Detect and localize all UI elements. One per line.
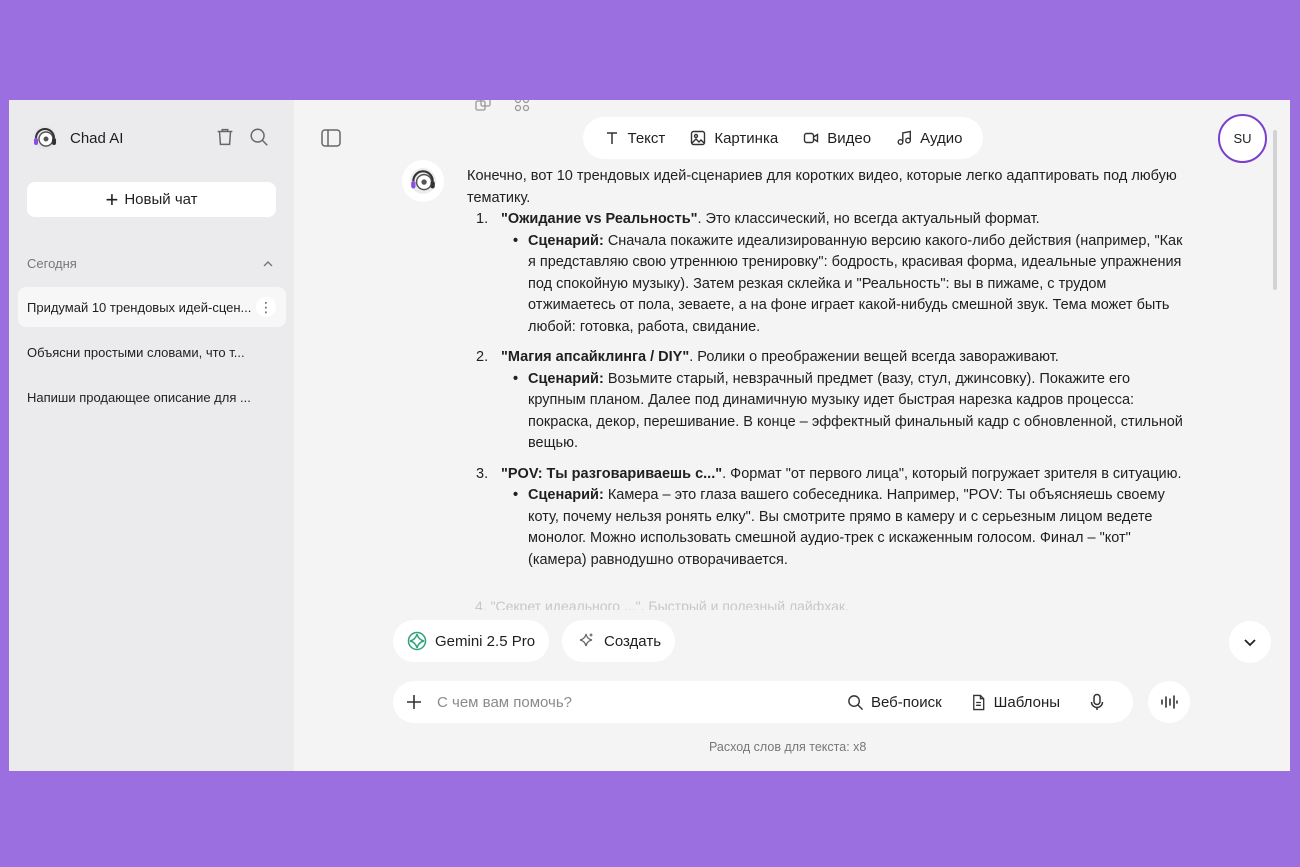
sub-label: Сценарий: bbox=[528, 370, 604, 387]
mode-audio-label: Аудио bbox=[920, 129, 963, 147]
sub-label: Сценарий: bbox=[528, 232, 604, 249]
sub-text: Возьмите старый, невзрачный предмет (ваз… bbox=[528, 370, 1183, 452]
assistant-message: Конечно, вот 10 трендовых идей-сценариев… bbox=[467, 166, 1187, 596]
new-chat-label: Новый чат bbox=[124, 191, 198, 208]
item-text: . Это классический, но всегда актуальный… bbox=[697, 211, 1040, 227]
mode-image-label: Картинка bbox=[714, 129, 779, 147]
grid-icon[interactable] bbox=[514, 100, 530, 112]
web-search-button[interactable]: Веб-поиск bbox=[847, 694, 942, 711]
templates-button[interactable]: Шаблоны bbox=[970, 694, 1060, 711]
plus-icon[interactable] bbox=[405, 693, 423, 711]
chevron-down-icon bbox=[1244, 639, 1256, 647]
item-text: . Ролики о преображении вещей всегда зав… bbox=[689, 349, 1059, 365]
sub-text: Сначала покажите идеализированную версию… bbox=[528, 232, 1183, 335]
message-input[interactable] bbox=[437, 693, 847, 711]
model-label: Gemini 2.5 Pro bbox=[435, 632, 536, 650]
composer: Веб-поиск Шаблоны bbox=[393, 681, 1133, 723]
message-intro: Конечно, вот 10 трендовых идей-сценариев… bbox=[467, 168, 1177, 206]
sub-label: Сценарий: bbox=[528, 487, 604, 503]
user-initials: SU bbox=[1233, 131, 1252, 146]
item-title: "Ожидание vs Реальность" bbox=[501, 211, 698, 227]
partial-list-item: 4. "Секрет идеального ...". Быстрый и по… bbox=[475, 598, 849, 610]
mode-video-label: Видео bbox=[827, 129, 872, 147]
scrollbar[interactable] bbox=[1273, 130, 1277, 290]
copy-icon[interactable] bbox=[475, 100, 491, 112]
waveform-icon bbox=[1161, 695, 1178, 709]
model-selector-button[interactable]: Gemini 2.5 Pro bbox=[393, 620, 550, 662]
section-label: Сегодня bbox=[27, 256, 77, 271]
text-icon bbox=[606, 132, 617, 144]
brand[interactable]: Chad AI bbox=[31, 124, 123, 152]
create-button[interactable]: Создать bbox=[562, 620, 676, 662]
mode-text-label: Текст bbox=[627, 129, 666, 147]
chat-title: Придумай 10 трендовых идей-сцен... bbox=[27, 299, 252, 315]
gemini-icon bbox=[407, 631, 427, 651]
sidebar: Chad AI + Новый чат Сегодня Придумай 10 … bbox=[9, 100, 294, 771]
user-avatar[interactable]: SU bbox=[1218, 114, 1267, 163]
sub-item: Сценарий: Камера – это глаза вашего собе… bbox=[501, 485, 1187, 571]
sparkle-icon bbox=[579, 633, 593, 647]
mode-image-button[interactable]: Картинка bbox=[690, 130, 778, 147]
item-text: . Формат "от первого лица", который погр… bbox=[722, 465, 1182, 482]
bot-avatar bbox=[402, 160, 444, 202]
trash-icon[interactable] bbox=[214, 126, 236, 148]
item-title: "Магия апсайклинга / DIY" bbox=[501, 349, 690, 365]
sidebar-toggle-icon[interactable] bbox=[321, 129, 341, 147]
list-number: 2. bbox=[476, 349, 489, 365]
app-window: Chad AI + Новый чат Сегодня Придумай 10 … bbox=[9, 100, 1290, 771]
scroll-down-button[interactable] bbox=[1229, 621, 1271, 663]
chat-item[interactable]: Придумай 10 трендовых идей-сцен... ⋮ bbox=[18, 287, 286, 327]
search-icon bbox=[848, 694, 864, 710]
mode-video-button[interactable]: Видео bbox=[803, 130, 871, 147]
app-name: Chad AI bbox=[70, 129, 124, 147]
music-note-icon bbox=[897, 130, 912, 145]
create-label: Создать bbox=[604, 632, 662, 650]
image-icon bbox=[691, 130, 706, 146]
video-icon bbox=[804, 132, 819, 144]
templates-label: Шаблоны bbox=[993, 693, 1061, 711]
chad-logo-icon bbox=[33, 126, 57, 150]
list-number: 1. bbox=[476, 211, 489, 227]
sub-item: Сценарий: Возьмите старый, невзрачный пр… bbox=[501, 369, 1187, 455]
more-vertical-icon[interactable]: ⋮ bbox=[256, 297, 276, 317]
chad-logo-icon bbox=[410, 168, 436, 194]
list-item: 2. "Магия апсайклинга / DIY". Ролики о п… bbox=[467, 347, 1187, 455]
mode-switcher: Текст Картинка Видео Аудио bbox=[583, 117, 983, 159]
chat-title: Напиши продающее описание для ... bbox=[27, 389, 251, 405]
list-number: 3. bbox=[476, 465, 489, 482]
chevron-up-icon[interactable] bbox=[262, 258, 274, 270]
search-icon[interactable] bbox=[248, 126, 270, 148]
sub-item: Сценарий: Сначала покажите идеализирован… bbox=[501, 231, 1187, 339]
mode-text-button[interactable]: Текст bbox=[604, 129, 666, 147]
chat-item[interactable]: Напиши продающее описание для ... bbox=[18, 377, 286, 417]
plus-icon: + bbox=[105, 186, 119, 212]
microphone-icon[interactable] bbox=[1088, 693, 1106, 711]
document-icon bbox=[972, 694, 985, 710]
sub-text: Камера – это глаза вашего собеседника. Н… bbox=[528, 487, 1165, 568]
new-chat-button[interactable]: + Новый чат bbox=[27, 182, 276, 217]
item-title: "POV: Ты разговариваешь с..." bbox=[501, 465, 723, 482]
list-item: 3. "POV: Ты разговариваешь с...". Формат… bbox=[467, 464, 1187, 572]
mode-audio-button[interactable]: Аудио bbox=[896, 130, 962, 147]
list-item: 1. "Ожидание vs Реальность". Это классич… bbox=[467, 209, 1187, 338]
voice-mode-button[interactable] bbox=[1148, 681, 1190, 723]
section-today[interactable]: Сегодня bbox=[27, 256, 274, 271]
web-search-label: Веб-поиск bbox=[871, 693, 942, 711]
chat-item[interactable]: Объясни простыми словами, что т... bbox=[18, 332, 286, 372]
chat-title: Объясни простыми словами, что т... bbox=[27, 344, 245, 360]
usage-note: Расход слов для текста: x8 bbox=[709, 740, 867, 754]
